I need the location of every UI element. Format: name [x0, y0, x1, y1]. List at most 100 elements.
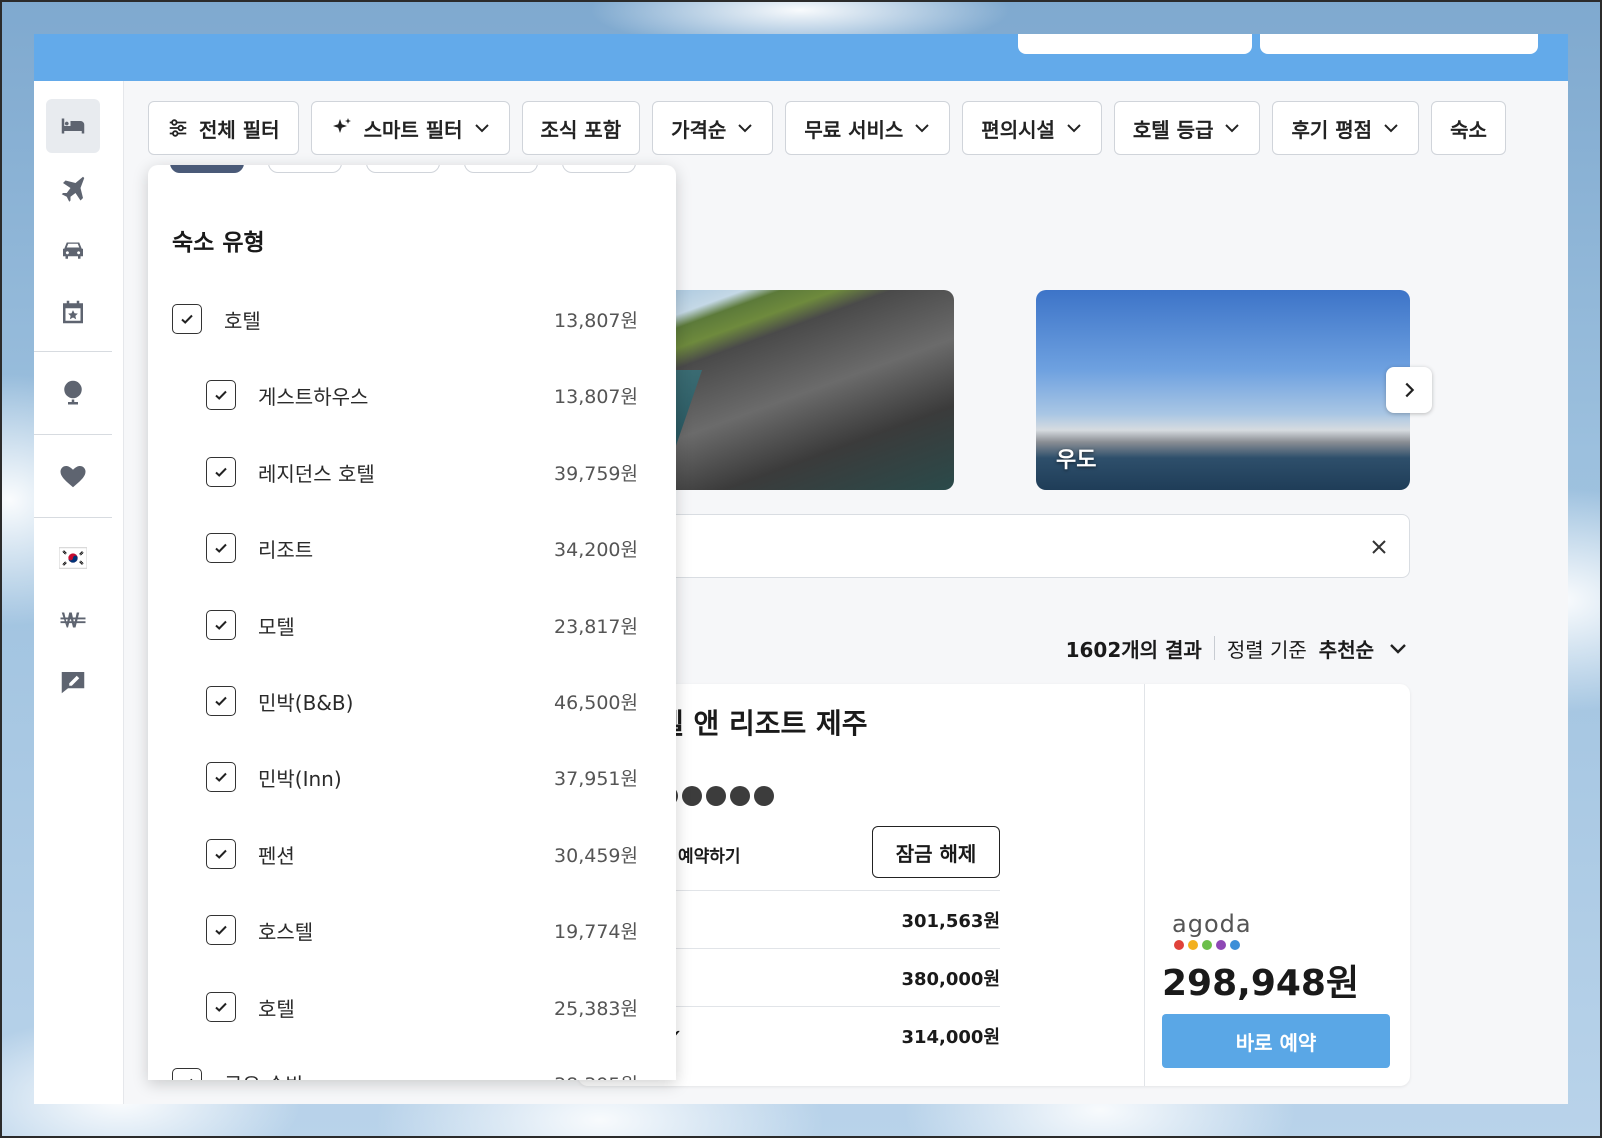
accommodation-filter-button[interactable]: 숙소 — [1431, 101, 1506, 155]
accommodation-type-option[interactable]: 게스트하우스 13,807원 — [206, 375, 638, 415]
panel-heading: 숙소 유형 — [172, 230, 265, 256]
free-service-filter-button[interactable]: 무료 서비스 — [785, 101, 951, 155]
accommodation-type-label: 모텔 — [258, 614, 295, 639]
carousel-next-button[interactable] — [1386, 367, 1432, 413]
accommodation-type-price: 19,774원 — [554, 920, 638, 943]
hotel-grade-label: 호텔 등급 — [1132, 117, 1214, 142]
smart-filter-label: 스마트 필터 — [363, 117, 463, 142]
accommodation-type-price: 34,200원 — [554, 538, 638, 561]
panel-tab[interactable] — [562, 165, 636, 173]
checkbox[interactable] — [206, 610, 236, 640]
check-icon — [190, 1078, 193, 1080]
accommodation-type-option[interactable]: 민박(Inn) 37,951원 — [206, 757, 638, 797]
accommodation-type-label: 민박(Inn) — [258, 766, 342, 791]
amenities-filter-button[interactable]: 편의시설 — [962, 101, 1102, 155]
korea-flag-icon — [59, 547, 87, 569]
accommodation-type-label: 게스트하우스 — [258, 384, 369, 409]
hotel-grade-filter-button[interactable]: 호텔 등급 — [1113, 101, 1261, 155]
accommodation-label: 숙소 — [1450, 117, 1487, 142]
hotel-name[interactable]: 텔 앤 리조트 제주 — [658, 702, 868, 742]
accommodation-type-option[interactable]: 호텔 13,807원 — [172, 299, 638, 339]
accommodation-type-option[interactable]: 민박(B&B) 46,500원 — [206, 681, 638, 721]
book-now-button[interactable]: 바로 예약 — [1162, 1014, 1390, 1068]
hotel-card[interactable]: 텔 앤 리조트 제주 예약하기 잠금 해제 301,563원 380,000원 … — [578, 684, 1410, 1086]
airplane-icon — [61, 176, 85, 202]
provider-price-row[interactable]: 380,000원 — [658, 948, 1000, 1006]
check-icon — [215, 849, 227, 859]
sidebar-item-currency[interactable] — [46, 593, 100, 647]
accommodation-type-option[interactable]: 리조트 34,200원 — [206, 528, 638, 568]
accommodation-type-option[interactable]: 펜션 30,459원 — [206, 834, 638, 874]
checkbox[interactable] — [206, 839, 236, 869]
accommodation-type-option[interactable]: 레지던스 호텔 39,759원 — [206, 452, 638, 492]
card-divider — [1144, 684, 1145, 1086]
price-sort-button[interactable]: 가격순 — [652, 101, 774, 155]
chevron-down-icon — [1384, 124, 1398, 133]
checkbox[interactable] — [172, 1068, 202, 1080]
logo-dot — [1216, 940, 1226, 950]
checkbox[interactable] — [206, 380, 236, 410]
calendar-star-icon — [63, 300, 83, 324]
destination-card[interactable]: 우도 — [1036, 290, 1410, 490]
provider-name: agoda — [1172, 910, 1252, 938]
results-sort-bar: 1602개의 결과 정렬 기준 추천순 — [938, 630, 1410, 666]
logo-dot — [1202, 940, 1212, 950]
breakfast-filter-button[interactable]: 조식 포함 — [521, 101, 641, 155]
unlock-button[interactable]: 잠금 해제 — [872, 826, 1000, 878]
checkbox[interactable] — [172, 304, 202, 334]
top-bar-field-1[interactable] — [1018, 34, 1252, 54]
accommodation-type-label: 펜션 — [258, 843, 295, 868]
sidebar-item-hotels[interactable] — [46, 99, 100, 153]
all-filters-button[interactable]: 전체 필터 — [148, 101, 299, 155]
sidebar-item-cars[interactable] — [46, 223, 100, 277]
checkbox[interactable] — [206, 915, 236, 945]
destination-search-input[interactable] — [578, 514, 1410, 578]
feedback-icon — [61, 672, 85, 694]
sidebar-item-favorites[interactable] — [46, 449, 100, 503]
accommodation-type-option[interactable]: 호텔 25,383원 — [206, 987, 638, 1027]
sidebar-item-feedback[interactable] — [46, 655, 100, 709]
check-icon — [215, 620, 227, 630]
results-count: 1602개의 결과 — [1065, 637, 1202, 662]
accommodation-type-option[interactable]: 호스텔 19,774원 — [206, 910, 638, 950]
sidebar-divider — [34, 517, 112, 518]
sort-dropdown[interactable]: 추천순 — [1319, 634, 1374, 663]
accommodation-type-option[interactable]: 모텔 23,817원 — [206, 605, 638, 645]
checkbox[interactable] — [206, 992, 236, 1022]
rating-dot — [754, 786, 774, 806]
chevron-down-icon[interactable] — [1386, 636, 1410, 660]
accommodation-type-option[interactable]: 공유 숙박38,395원 — [172, 1063, 638, 1080]
accommodation-type-label: 리조트 — [258, 537, 314, 562]
checkbox[interactable] — [206, 686, 236, 716]
panel-tab[interactable] — [170, 165, 244, 173]
chevron-down-icon — [474, 124, 489, 133]
provider-price-row[interactable]: ✔ 314,000원 — [658, 1006, 1000, 1064]
panel-tab[interactable] — [464, 165, 538, 173]
panel-tab[interactable] — [366, 165, 440, 173]
smart-filter-button[interactable]: 스마트 필터 — [310, 101, 510, 155]
top-bar-field-2[interactable] — [1260, 34, 1538, 54]
check-icon — [215, 925, 227, 935]
provider-price-row[interactable]: 301,563원 — [658, 890, 1000, 948]
review-score-filter-button[interactable]: 후기 평점 — [1272, 101, 1420, 155]
rating-dot — [706, 786, 726, 806]
check-icon — [215, 1002, 227, 1012]
price-sort-label: 가격순 — [671, 117, 727, 142]
check-icon — [215, 390, 227, 400]
filter-bar: 전체 필터 스마트 필터 조식 포함 가격순 무료 서비스 편의시설 호텔 등급… — [148, 101, 1568, 155]
sidebar-item-explore[interactable] — [46, 365, 100, 419]
chevron-down-icon — [738, 124, 753, 133]
sidebar-item-flights[interactable] — [46, 161, 100, 215]
all-filters-label: 전체 필터 — [199, 117, 280, 142]
sidebar-item-language[interactable] — [46, 531, 100, 585]
accommodation-type-price: 13,807원 — [554, 309, 638, 332]
checkbox[interactable] — [206, 457, 236, 487]
checkbox[interactable] — [206, 533, 236, 563]
panel-tab[interactable] — [268, 165, 342, 173]
close-icon[interactable] — [1367, 535, 1391, 559]
sidebar-item-activities[interactable] — [46, 285, 100, 339]
agoda-logo: agoda — [1172, 910, 1252, 950]
check-icon — [215, 543, 227, 553]
checkbox[interactable] — [206, 762, 236, 792]
logo-dot — [1188, 940, 1198, 950]
